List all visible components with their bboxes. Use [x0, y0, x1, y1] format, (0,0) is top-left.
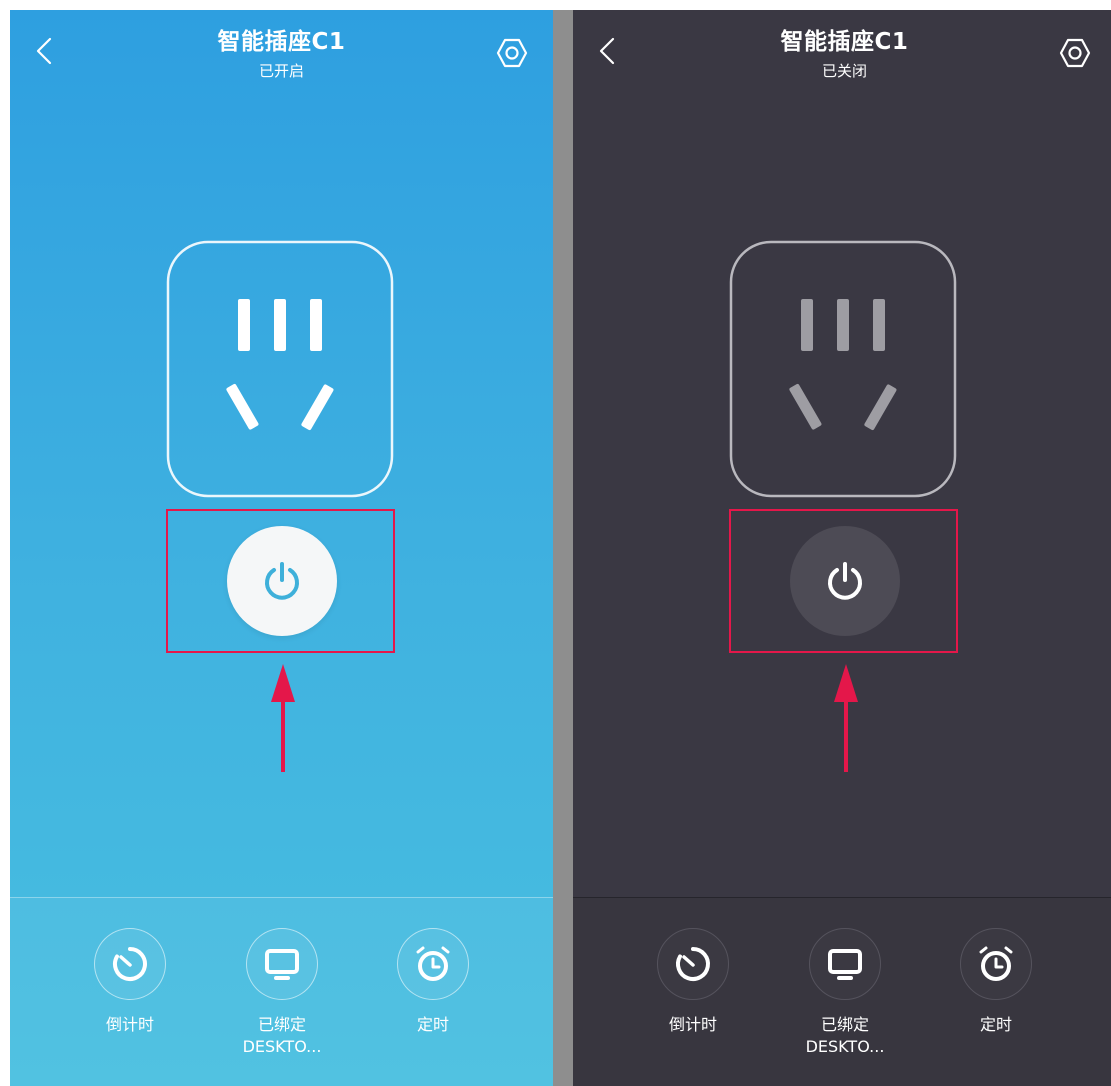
bottom-toolbar: 倒计时 已绑定 DESKTO... 定时	[10, 897, 553, 1086]
countdown-label: 倒计时	[668, 1015, 717, 1034]
bound-device-button[interactable]: 已绑定 DESKTO...	[775, 928, 915, 1058]
schedule-label: 定时	[979, 1015, 1012, 1034]
countdown-label: 倒计时	[105, 1015, 154, 1034]
power-icon	[828, 562, 862, 600]
bottom-toolbar: 倒计时 已绑定 DESKTO... 定时	[573, 897, 1111, 1086]
bound-device-button[interactable]: 已绑定 DESKTO...	[212, 928, 352, 1058]
plug-panel-off: 智能插座C1 已关闭 倒计时 已绑定 DESKTO... 定时	[573, 10, 1111, 1086]
device-status: 已关闭	[821, 62, 867, 80]
countdown-icon	[676, 947, 710, 981]
bound-device-name: DESKTO...	[242, 1037, 322, 1056]
bound-label: 已绑定	[257, 1015, 306, 1034]
settings-button[interactable]	[1058, 36, 1092, 70]
device-title: 智能插座C1	[217, 29, 346, 55]
bound-device-name: DESKTO...	[805, 1037, 885, 1056]
countdown-button[interactable]: 倒计时	[623, 928, 763, 1036]
countdown-button[interactable]: 倒计时	[60, 928, 200, 1036]
socket-illustration	[165, 239, 395, 499]
bound-label: 已绑定	[820, 1015, 869, 1034]
schedule-button[interactable]: 定时	[363, 928, 503, 1036]
arrow-up-annotation	[834, 664, 858, 772]
power-button[interactable]	[790, 526, 900, 636]
device-status: 已开启	[258, 62, 304, 80]
settings-hexagon-icon	[1059, 38, 1091, 68]
monitor-icon	[265, 949, 299, 980]
arrow-up-annotation	[271, 664, 295, 772]
plug-panel-on: 智能插座C1 已开启 倒计时 已绑定 DESKTO... 定时	[10, 10, 553, 1086]
power-icon	[265, 562, 299, 600]
panel-divider	[553, 10, 573, 1086]
countdown-icon	[113, 947, 147, 981]
socket-illustration	[728, 239, 958, 499]
settings-button[interactable]	[495, 36, 529, 70]
alarm-clock-icon	[416, 946, 450, 981]
schedule-button[interactable]: 定时	[926, 928, 1066, 1036]
power-button[interactable]	[227, 526, 337, 636]
schedule-label: 定时	[416, 1015, 449, 1034]
device-title: 智能插座C1	[780, 29, 909, 55]
alarm-clock-icon	[979, 946, 1013, 981]
settings-hexagon-icon	[496, 38, 528, 68]
monitor-icon	[828, 949, 862, 980]
